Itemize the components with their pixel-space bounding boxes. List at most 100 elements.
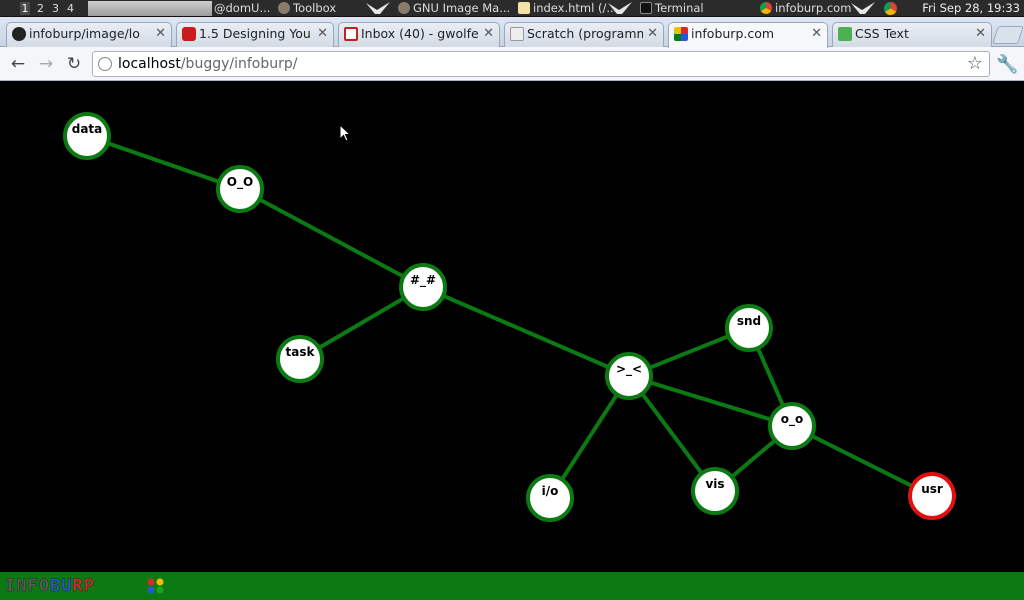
node-task[interactable]: task	[276, 335, 324, 383]
forward-arrow-icon[interactable]: →	[36, 54, 56, 74]
wikipedia-icon	[510, 27, 524, 41]
system-taskbar: 1 2 3 4 @domU... Toolbox GNU Image Ma...…	[0, 0, 1024, 17]
workspace-3[interactable]: 3	[52, 2, 59, 15]
tab-label: infoburp/image/lo	[29, 26, 140, 41]
w3schools-icon	[838, 27, 852, 41]
youtube-icon	[182, 27, 196, 41]
terminal-icon	[640, 2, 652, 14]
close-icon[interactable]: ✕	[975, 23, 986, 45]
workspace-4[interactable]: 4	[67, 2, 74, 15]
edge-oo1-hash	[239, 187, 424, 289]
close-icon[interactable]: ✕	[155, 23, 166, 45]
node-graph[interactable]: data O_O #_#task >_< snd o_o i/o vis usr	[0, 82, 1024, 572]
wing-icon	[366, 2, 390, 14]
tab-infoburp[interactable]: infoburp.com ✕	[668, 22, 828, 48]
globe-icon	[98, 57, 112, 71]
node-circle[interactable]	[605, 352, 653, 400]
reload-icon[interactable]: ↻	[64, 54, 84, 74]
wing-icon	[608, 2, 632, 14]
node-label: snd	[737, 314, 761, 328]
tab-label: Scratch (programm	[527, 26, 643, 41]
taskbar-item-terminal[interactable]: Terminal	[640, 0, 750, 17]
close-icon[interactable]: ✕	[647, 23, 658, 45]
new-tab-button[interactable]	[992, 26, 1024, 44]
tab-label: CSS Text	[855, 26, 909, 41]
taskbar-item-label: infoburp.com	[775, 1, 852, 15]
node-circle[interactable]	[908, 472, 956, 520]
node-oo1[interactable]: O_O	[216, 165, 264, 213]
node-label: i/o	[542, 484, 559, 498]
tab-css-text[interactable]: CSS Text ✕	[832, 22, 992, 47]
node-circle[interactable]	[725, 304, 773, 352]
node-label: >_<	[616, 362, 642, 377]
node-snd[interactable]: snd	[725, 304, 773, 352]
logo-letter: U	[61, 576, 73, 596]
node-usr[interactable]: usr	[908, 472, 956, 520]
graph-canvas[interactable]: data O_O #_#task >_< snd o_o i/o vis usr	[0, 82, 1024, 572]
taskbar-item-label: index.html (/...	[533, 1, 618, 15]
node-hash[interactable]: #_#	[399, 263, 447, 311]
node-circle[interactable]	[276, 335, 324, 383]
taskbar-item-toolbox[interactable]: Toolbox	[278, 0, 344, 17]
tab-strip: infoburp/image/lo ✕ 1.5 Designing You ✕ …	[0, 17, 1024, 48]
logo-letter: R	[72, 576, 84, 596]
node-circle[interactable]	[526, 474, 574, 522]
tab-label: infoburp.com	[691, 26, 775, 41]
gimp-icon	[278, 2, 290, 14]
clock: Fri Sep 28, 19:33	[922, 1, 1020, 15]
wing-icon	[851, 2, 875, 14]
chrome-icon	[760, 2, 772, 14]
taskbar-item-label: Toolbox	[293, 1, 337, 15]
infoburp-icon	[674, 27, 688, 41]
back-arrow-icon[interactable]: ←	[8, 54, 28, 74]
taskbar-item-terminal-domu[interactable]: @domU...	[214, 0, 278, 17]
node-label: vis	[705, 477, 724, 491]
text-editor-icon	[518, 2, 530, 14]
node-oo2[interactable]: o_o	[768, 402, 816, 450]
workspace-1[interactable]: 1	[20, 2, 30, 15]
workspace-2[interactable]: 2	[37, 2, 44, 15]
url-path: /buggy/infoburp/	[180, 56, 298, 72]
node-io[interactable]: i/o	[526, 474, 574, 522]
close-icon[interactable]: ✕	[483, 23, 494, 45]
logo-letter: O	[38, 576, 50, 596]
infoburp-logo[interactable]: INFOBURP	[5, 577, 95, 595]
taskbar-item-label: Terminal	[655, 1, 704, 15]
mouse-cursor-icon	[339, 124, 351, 142]
tab-wikipedia[interactable]: Scratch (programm ✕	[504, 22, 664, 47]
logo-letter: P	[83, 576, 95, 596]
bookmark-star-icon[interactable]: ☆	[967, 53, 983, 74]
node-circle[interactable]	[768, 402, 816, 450]
node-label: O_O	[227, 175, 253, 190]
close-icon[interactable]: ✕	[811, 23, 822, 45]
node-vis[interactable]: vis	[691, 467, 739, 515]
footer-bar: INFOBURP	[0, 572, 1024, 600]
taskbar-item-chrome[interactable]: infoburp.com	[760, 0, 860, 17]
node-circle[interactable]	[691, 467, 739, 515]
node-circle[interactable]	[399, 263, 447, 311]
node-gtlt[interactable]: >_<	[605, 352, 653, 400]
edge-data-oo1	[86, 134, 241, 191]
taskbar-item-label: @domU...	[214, 1, 271, 15]
tab-gmail[interactable]: Inbox (40) - gwolfe ✕	[338, 22, 500, 47]
node-label: task	[286, 345, 316, 359]
close-icon[interactable]: ✕	[317, 23, 328, 45]
tab-label: 1.5 Designing You	[199, 26, 311, 41]
tab-github[interactable]: infoburp/image/lo ✕	[6, 22, 172, 47]
logo-dots-icon	[147, 578, 164, 594]
gmail-icon	[344, 27, 358, 41]
wrench-menu-icon[interactable]: 🔧	[996, 54, 1018, 75]
address-bar[interactable]: localhost/buggy/infoburp/ ☆	[92, 51, 990, 77]
logo-letter: B	[50, 576, 62, 596]
node-data[interactable]: data	[63, 112, 111, 160]
tab-label: Inbox (40) - gwolfe	[361, 26, 479, 41]
taskbar-item-gimp[interactable]: GNU Image Ma...	[398, 0, 513, 17]
chrome-icon	[884, 2, 897, 15]
tab-youtube[interactable]: 1.5 Designing You ✕	[176, 22, 334, 47]
node-circle[interactable]	[63, 112, 111, 160]
edge-gtlt-oo2	[628, 374, 793, 428]
browser-toolbar: ← → ↻ localhost/buggy/infoburp/ ☆ 🔧	[0, 47, 1024, 81]
logo-letter: N	[16, 576, 28, 596]
logo-letter: F	[27, 576, 39, 596]
node-circle[interactable]	[216, 165, 264, 213]
